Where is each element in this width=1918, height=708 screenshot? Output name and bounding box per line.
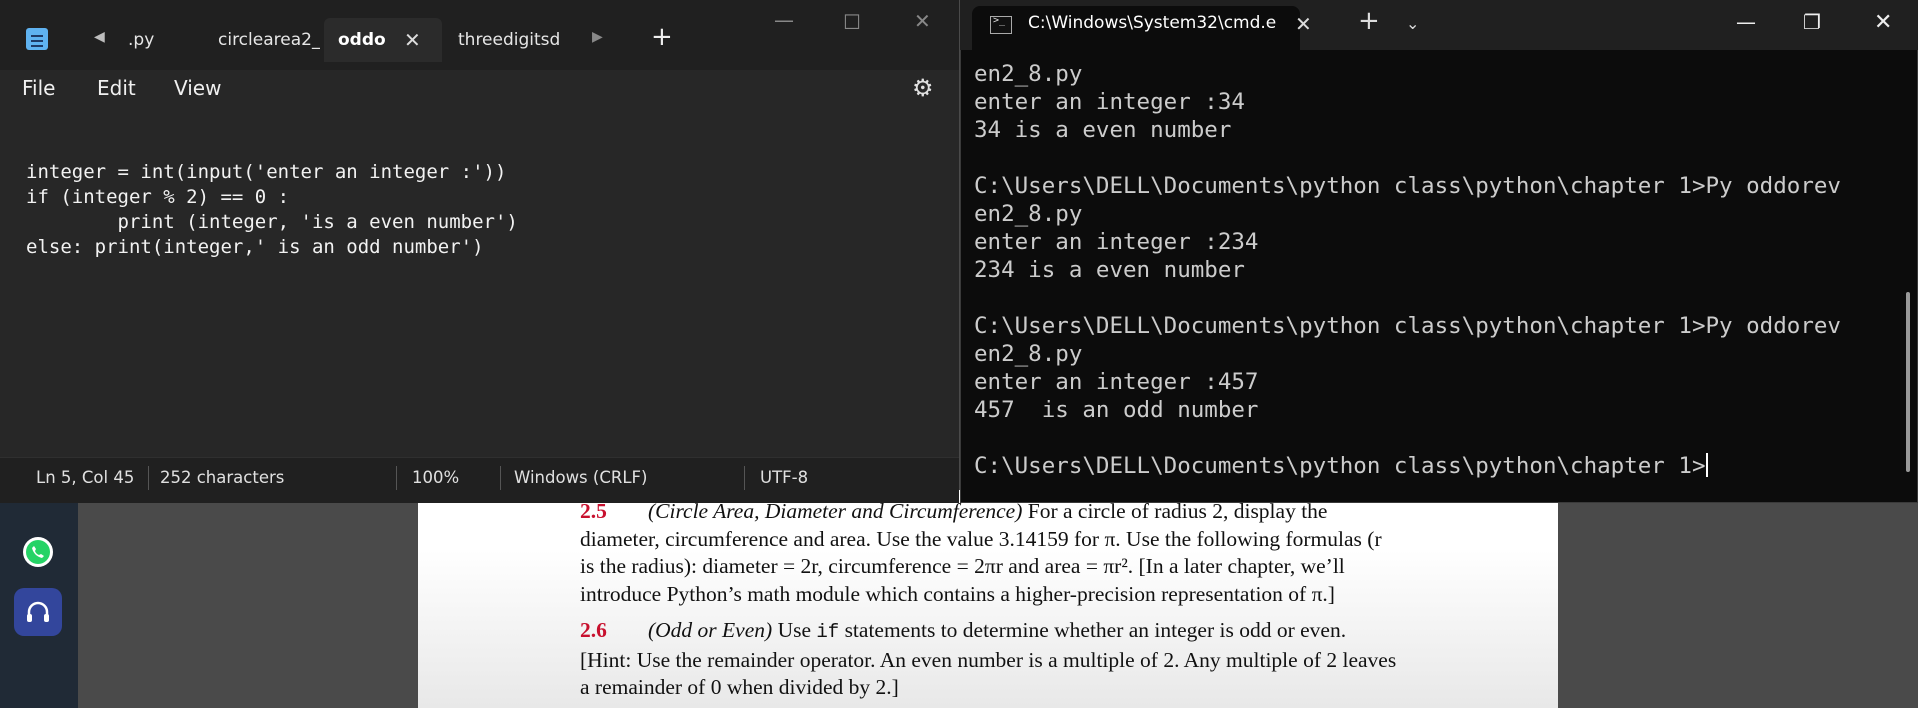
terminal-tab-title: C:\Windows\System32\cmd.e — [1028, 13, 1277, 33]
tab-label: threedigitsd — [458, 30, 561, 50]
close-window-icon[interactable]: ✕ — [1874, 10, 1892, 35]
encoding[interactable]: UTF-8 — [760, 468, 808, 487]
cursor-position: Ln 5, Col 45 — [36, 468, 135, 487]
chevron-down-icon[interactable]: ⌄ — [1406, 14, 1419, 33]
tab-scroll-left-icon[interactable]: ◀ — [94, 29, 105, 45]
menu-file[interactable]: File — [22, 76, 55, 100]
minimize-icon[interactable]: — — [774, 8, 794, 32]
status-divider — [744, 466, 745, 490]
new-tab-icon[interactable]: + — [1358, 6, 1380, 36]
headset-icon[interactable] — [14, 588, 62, 636]
terminal-output: en2_8.py enter an integer :34 34 is a ev… — [974, 61, 1841, 479]
whatsapp-icon[interactable] — [14, 528, 62, 576]
tab-threedigits[interactable]: threedigitsd — [444, 18, 562, 62]
zoom-level[interactable]: 100% — [412, 468, 459, 487]
text-cursor — [1705, 453, 1708, 477]
tab-circlearea[interactable]: circlearea2_5 — [204, 18, 320, 62]
status-bar — [0, 457, 959, 503]
document-text: 2.5 (Circle Area, Diameter and Circumfere… — [580, 498, 1400, 708]
exercise-body: Use — [772, 618, 817, 642]
editor-content[interactable]: integer = int(input('enter an integer :'… — [26, 160, 518, 260]
status-divider — [148, 466, 149, 490]
cmd-icon — [990, 15, 1012, 34]
exercise-code: if — [816, 621, 840, 643]
status-divider — [396, 466, 397, 490]
terminal-scrollbar[interactable] — [1906, 292, 1910, 472]
menu-view[interactable]: View — [174, 76, 221, 100]
notepad-icon — [26, 28, 48, 50]
minimize-icon[interactable]: — — [1736, 10, 1756, 34]
exercise-2-5: 2.5 (Circle Area, Diameter and Circumfere… — [580, 498, 1400, 608]
character-count: 252 characters — [160, 468, 285, 487]
maximize-icon[interactable]: ☐ — [843, 10, 861, 34]
status-divider — [500, 466, 501, 490]
line-ending[interactable]: Windows (CRLF) — [514, 468, 647, 487]
new-tab-icon[interactable]: + — [651, 22, 673, 52]
close-window-icon[interactable]: ✕ — [914, 9, 931, 33]
tab-label: circlearea2_5 — [218, 30, 320, 50]
close-tab-icon[interactable]: ✕ — [404, 18, 421, 62]
exercise-2-6: 2.6 (Odd or Even) Use if statements to de… — [580, 617, 1400, 702]
tab-label: oddo — [338, 30, 386, 50]
exercise-title: (Odd or Even) — [648, 618, 773, 642]
close-tab-icon[interactable]: ✕ — [1295, 12, 1312, 36]
menu-edit[interactable]: Edit — [97, 76, 136, 100]
notepad-menubar — [0, 70, 959, 112]
tab-scroll-right-icon[interactable]: ▶ — [592, 29, 603, 45]
tab-oddo[interactable]: oddo ✕ — [324, 18, 442, 62]
tab-label: .py — [128, 30, 155, 50]
terminal-output-container[interactable]: en2_8.py enter an integer :34 34 is a ev… — [974, 60, 1841, 480]
restore-icon[interactable]: ❐ — [1803, 10, 1821, 34]
settings-gear-icon[interactable]: ⚙ — [912, 74, 934, 102]
tab-py[interactable]: .py — [114, 18, 194, 62]
exercise-number: 2.6 — [580, 618, 607, 642]
